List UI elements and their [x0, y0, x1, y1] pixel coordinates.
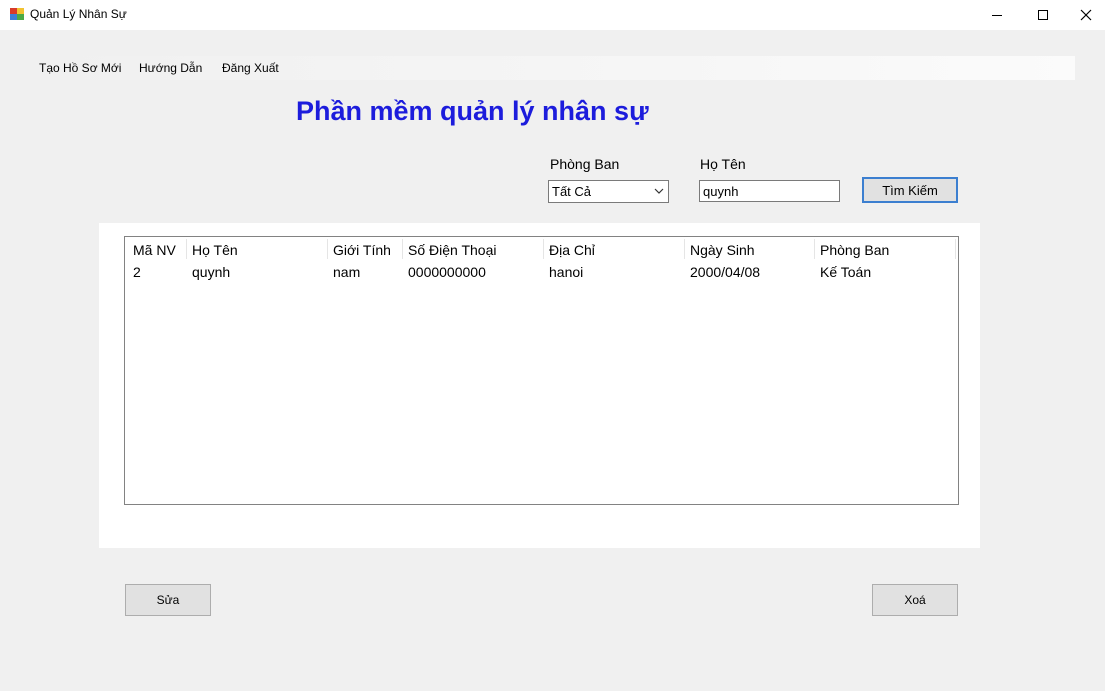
cell-address: hanoi — [549, 264, 584, 280]
column-header-name[interactable]: Họ Tên — [186, 237, 238, 261]
name-search-input[interactable] — [699, 180, 840, 202]
menu-item-guide[interactable]: Hướng Dẫn — [139, 61, 202, 75]
cell-department: Kế Toán — [820, 264, 872, 280]
department-select[interactable]: Tất Cả — [548, 180, 669, 203]
cell-name: quynh — [192, 264, 231, 280]
maximize-button[interactable] — [1020, 0, 1066, 30]
employee-table[interactable]: Mã NV Họ Tên Giới Tính Số Điện Thoại Địa… — [124, 236, 959, 505]
cell-gender: nam — [333, 264, 361, 280]
maximize-icon — [1038, 10, 1048, 20]
chevron-down-icon — [654, 188, 664, 194]
name-label: Họ Tên — [700, 156, 746, 172]
column-header-birthdate[interactable]: Ngày Sinh — [684, 237, 755, 261]
menu-item-logout[interactable]: Đăng Xuất — [222, 61, 279, 75]
close-icon — [1080, 9, 1092, 21]
cell-birthdate: 2000/04/08 — [690, 264, 761, 280]
table-row[interactable]: 2 quynh nam 0000000000 hanoi 2000/04/08 … — [125, 263, 958, 283]
minimize-icon — [992, 14, 1002, 16]
column-header-address[interactable]: Địa Chỉ — [543, 237, 595, 261]
menu-bar: Tạo Hồ Sơ Mới Hướng Dẫn Đăng Xuất — [30, 56, 1075, 80]
delete-button[interactable]: Xoá — [872, 584, 958, 616]
window-title: Quản Lý Nhân Sự — [30, 7, 127, 21]
column-header-gender[interactable]: Giới Tính — [327, 237, 391, 261]
app-icon — [10, 8, 24, 20]
column-header-department[interactable]: Phòng Ban — [814, 237, 889, 261]
page-title: Phần mềm quản lý nhân sự — [296, 96, 649, 126]
department-select-value: Tất Cả — [552, 184, 592, 199]
table-header: Mã NV Họ Tên Giới Tính Số Điện Thoại Địa… — [125, 237, 958, 261]
search-button[interactable]: Tìm Kiếm — [862, 177, 958, 203]
edit-button[interactable]: Sửa — [125, 584, 211, 616]
cell-phone: 0000000000 — [408, 264, 486, 280]
title-bar: Quản Lý Nhân Sự — [0, 0, 1105, 30]
close-button[interactable] — [1063, 0, 1105, 30]
menu-item-create-profile[interactable]: Tạo Hồ Sơ Mới — [39, 61, 121, 75]
cell-id: 2 — [133, 264, 141, 280]
minimize-button[interactable] — [974, 0, 1020, 30]
column-header-phone[interactable]: Số Điện Thoại — [402, 237, 496, 261]
department-label: Phòng Ban — [550, 156, 620, 172]
column-header-id[interactable]: Mã NV — [127, 237, 176, 261]
